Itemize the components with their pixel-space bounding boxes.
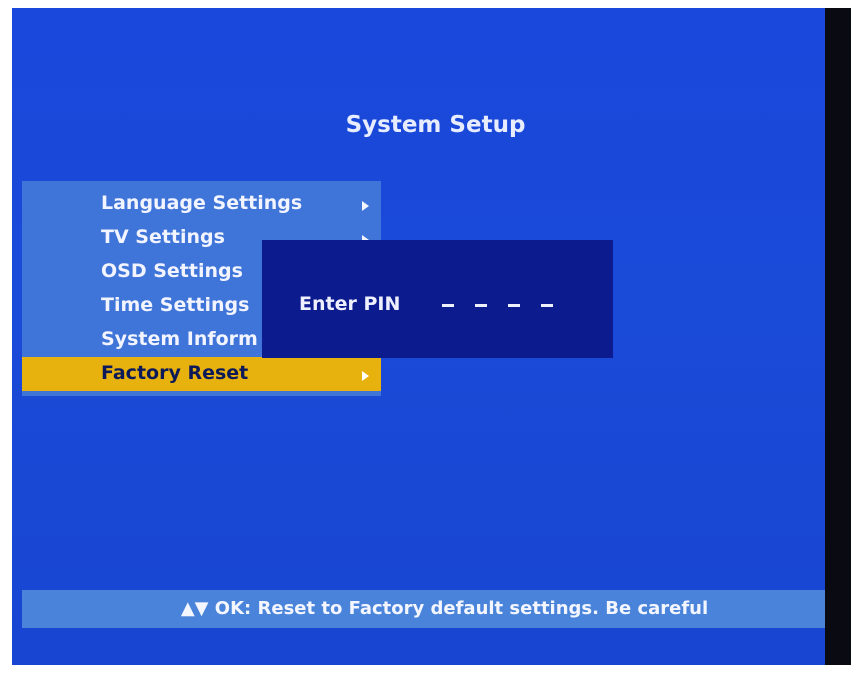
tv-frame: System Setup Language Settings TV Settin… — [0, 0, 851, 673]
menu-item-factory-reset[interactable]: Factory Reset — [22, 357, 381, 391]
pin-digit-3[interactable] — [508, 304, 520, 307]
menu-item-language-settings[interactable]: Language Settings — [22, 187, 381, 221]
submenu-arrow-icon — [362, 371, 369, 381]
menu-item-label: TV Settings — [101, 226, 225, 248]
menu-item-label: Time Settings — [101, 294, 250, 316]
menu-item-label: Language Settings — [101, 192, 303, 214]
menu-item-label: System Inform — [101, 328, 258, 350]
pin-dialog: Enter PIN — [262, 240, 613, 358]
screen-edge — [825, 8, 851, 665]
page-title: System Setup — [345, 112, 526, 138]
submenu-arrow-icon — [362, 201, 369, 211]
pin-digit-4[interactable] — [541, 304, 553, 307]
menu-item-label: OSD Settings — [101, 260, 243, 282]
pin-label: Enter PIN — [299, 293, 401, 315]
help-bar: ▲▼ OK: Reset to Factory default settings… — [22, 590, 827, 628]
menu-item-label: Factory Reset — [101, 362, 249, 384]
osd-screen: System Setup Language Settings TV Settin… — [12, 8, 851, 665]
pin-digit-2[interactable] — [475, 304, 487, 307]
pin-digit-1[interactable] — [442, 304, 454, 307]
help-text: ▲▼ OK: Reset to Factory default settings… — [180, 598, 709, 619]
